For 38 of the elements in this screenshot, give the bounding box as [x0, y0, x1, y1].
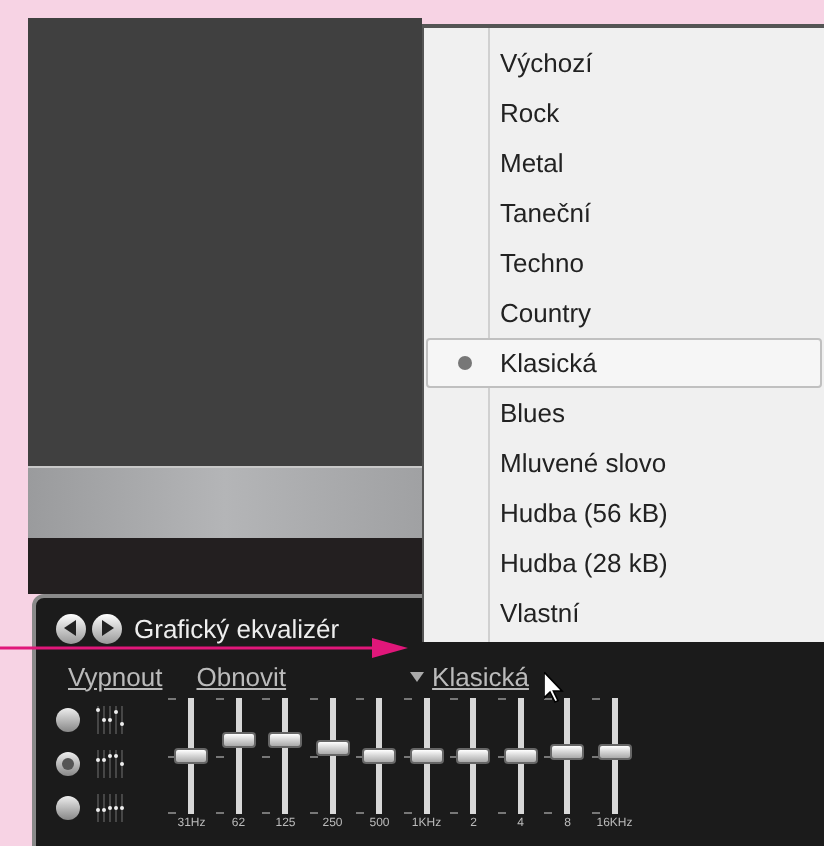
menu-item[interactable]: Metal	[426, 138, 822, 188]
radio-button[interactable]	[56, 752, 80, 776]
menu-item[interactable]: Klasická	[426, 338, 822, 388]
previous-button[interactable]	[56, 613, 86, 643]
text-link[interactable]: Vypnout	[68, 663, 163, 689]
slider-thumb[interactable]	[550, 743, 585, 759]
slider-thumb[interactable]	[315, 740, 350, 756]
menu-item[interactable]: Vlastní	[426, 588, 822, 638]
curve-icon	[96, 794, 128, 822]
slider-thumb[interactable]	[503, 748, 538, 764]
menu-item[interactable]: Country	[426, 288, 822, 338]
slider-thumb[interactable]	[456, 748, 491, 764]
menu-item[interactable]: Taneční	[426, 188, 822, 238]
menu-item[interactable]: Hudba (56 kB)	[426, 488, 822, 538]
radio-button[interactable]	[56, 708, 80, 732]
slider-thumb[interactable]	[409, 748, 444, 764]
left-arrow-icon	[64, 620, 78, 636]
slider-thumb[interactable]	[597, 743, 632, 759]
mouse-cursor-icon	[544, 672, 564, 704]
menu-item[interactable]: Rock	[426, 88, 822, 138]
curve-icon	[96, 706, 128, 734]
slider-thumb[interactable]	[221, 731, 256, 747]
next-button[interactable]	[92, 613, 122, 643]
panel-title: Grafický ekvalizér	[134, 615, 340, 641]
right-arrow-icon	[100, 620, 114, 636]
menu-item[interactable]: Mluvené slovo	[426, 438, 822, 488]
curve-icon	[96, 750, 128, 778]
menu-item[interactable]: Hudba (28 kB)	[426, 538, 822, 588]
slider-thumb[interactable]	[174, 748, 209, 764]
menu-item[interactable]: Techno	[426, 238, 822, 288]
menu-item[interactable]: Blues	[426, 388, 822, 438]
menu-item[interactable]: Výchozí	[426, 38, 822, 88]
slider-thumb[interactable]	[362, 748, 397, 764]
text-link[interactable]: Obnovit	[196, 663, 287, 689]
radio-button[interactable]	[56, 796, 80, 820]
slider-thumb[interactable]	[268, 731, 303, 747]
preset-dropdown[interactable]: Klasická	[432, 663, 529, 689]
dropdown-caret-icon	[410, 671, 425, 681]
